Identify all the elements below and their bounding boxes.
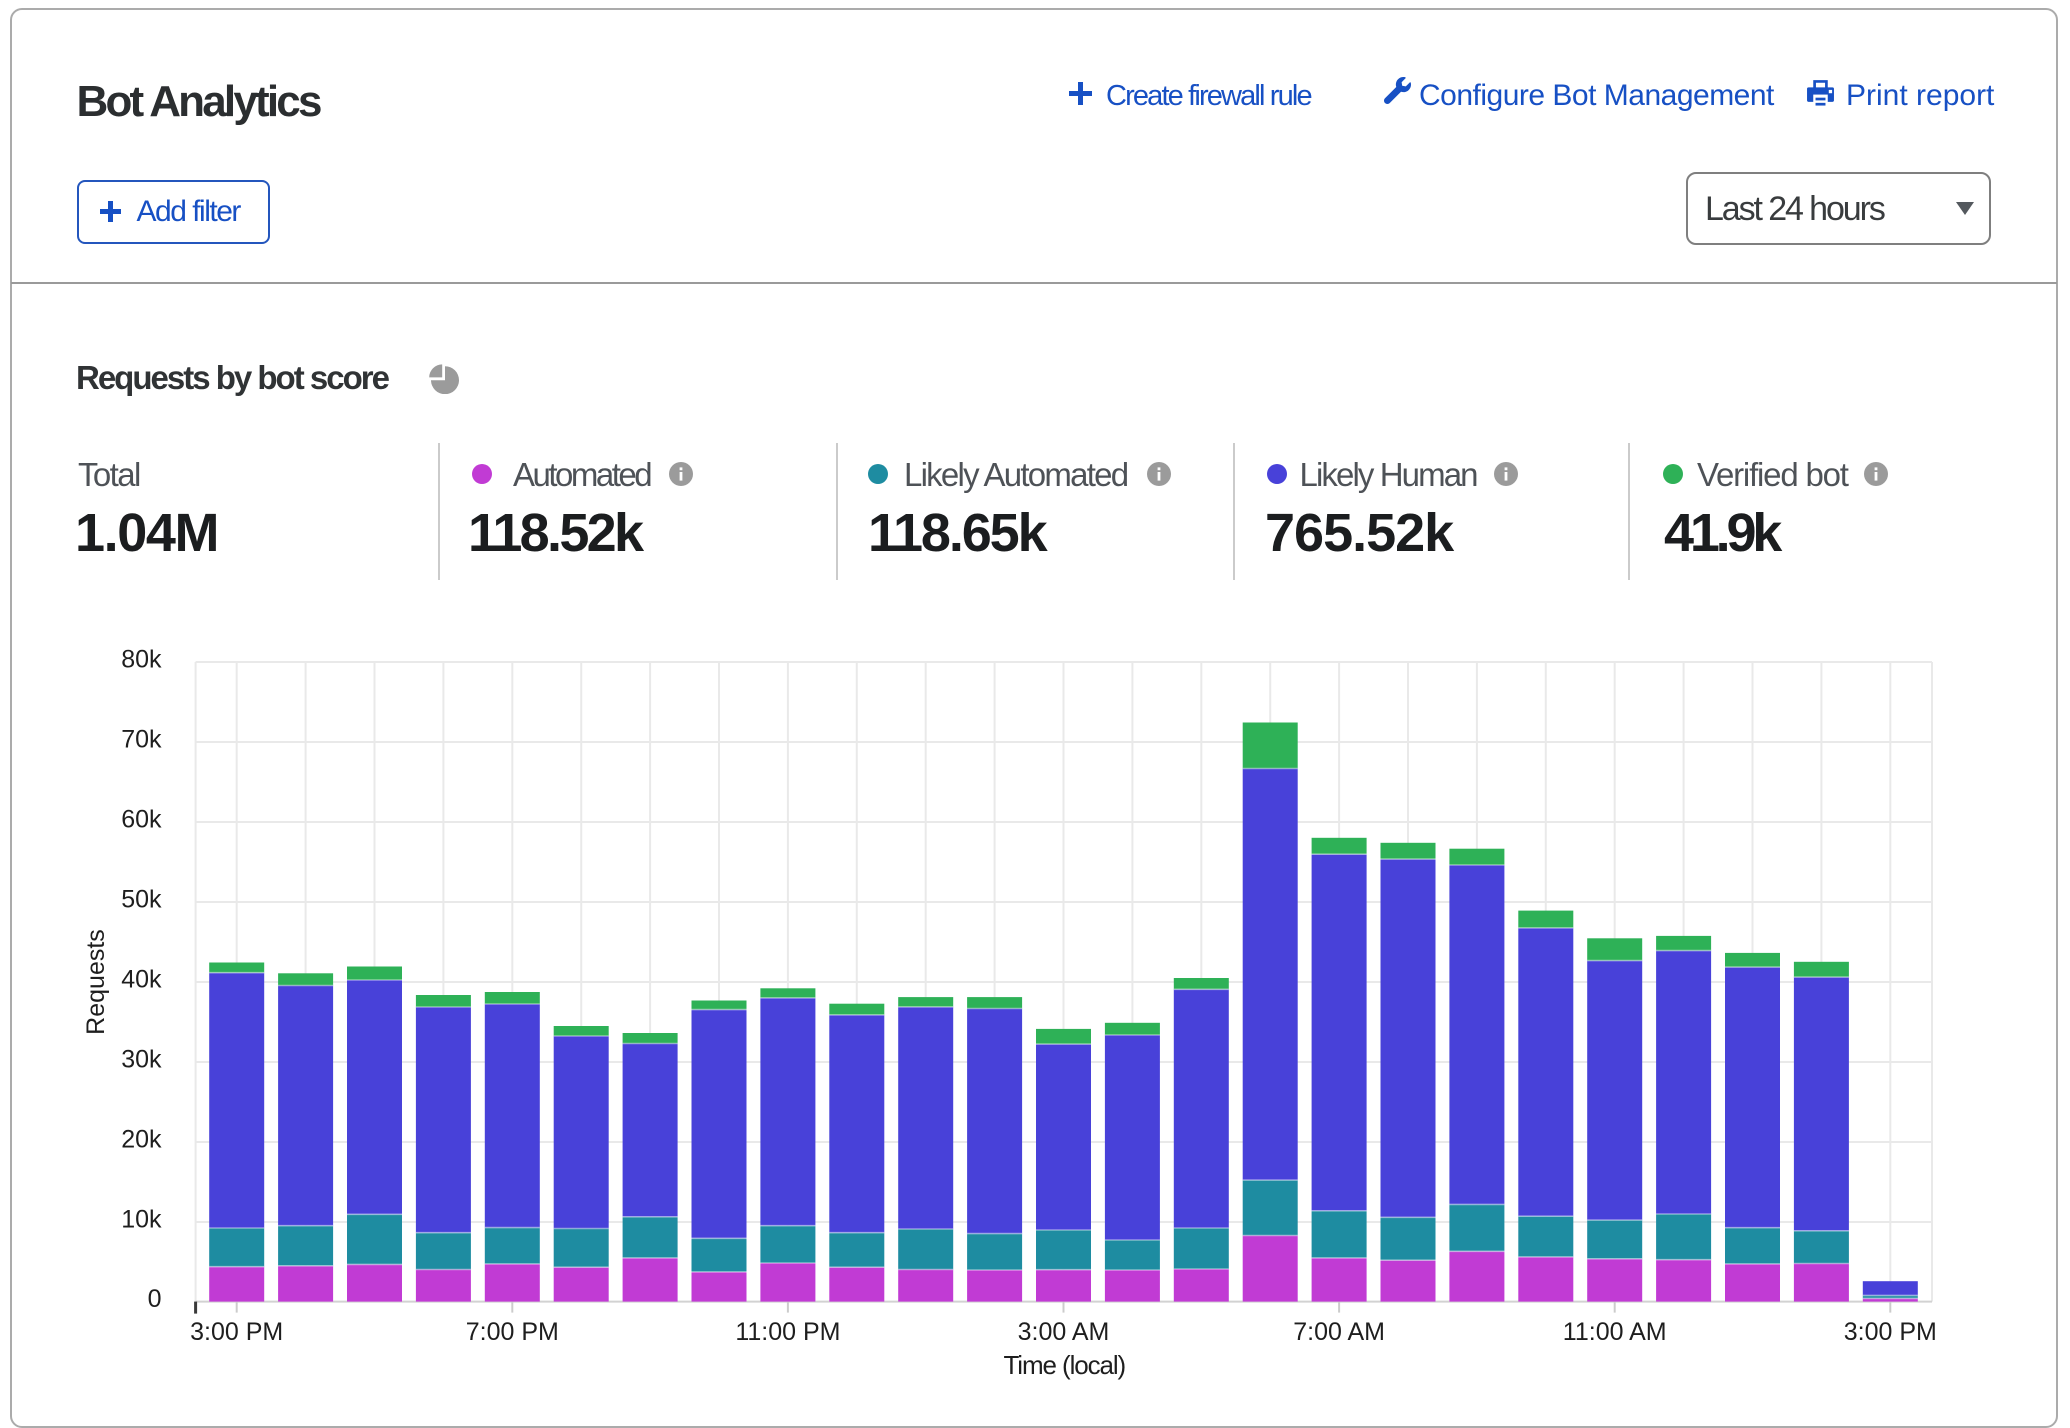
svg-text:60k: 60k	[121, 806, 162, 834]
svg-text:7:00 PM: 7:00 PM	[466, 1318, 559, 1346]
svg-text:3:00 AM: 3:00 AM	[1018, 1318, 1110, 1346]
svg-text:Requests: Requests	[82, 929, 110, 1035]
svg-text:40k: 40k	[121, 966, 162, 994]
svg-text:0: 0	[148, 1285, 162, 1313]
svg-text:70k: 70k	[121, 726, 162, 754]
svg-text:11:00 PM: 11:00 PM	[735, 1318, 840, 1346]
svg-text:Time (local): Time (local)	[1003, 1350, 1125, 1380]
svg-text:30k: 30k	[121, 1046, 162, 1074]
svg-text:11:00 AM: 11:00 AM	[1563, 1318, 1667, 1346]
svg-text:7:00 AM: 7:00 AM	[1293, 1318, 1385, 1346]
svg-text:80k: 80k	[121, 646, 162, 674]
svg-text:20k: 20k	[121, 1126, 162, 1154]
svg-text:3:00 PM: 3:00 PM	[1844, 1318, 1937, 1346]
svg-text:3:00 PM: 3:00 PM	[190, 1318, 283, 1346]
svg-text:50k: 50k	[121, 886, 162, 914]
svg-text:10k: 10k	[121, 1206, 162, 1234]
